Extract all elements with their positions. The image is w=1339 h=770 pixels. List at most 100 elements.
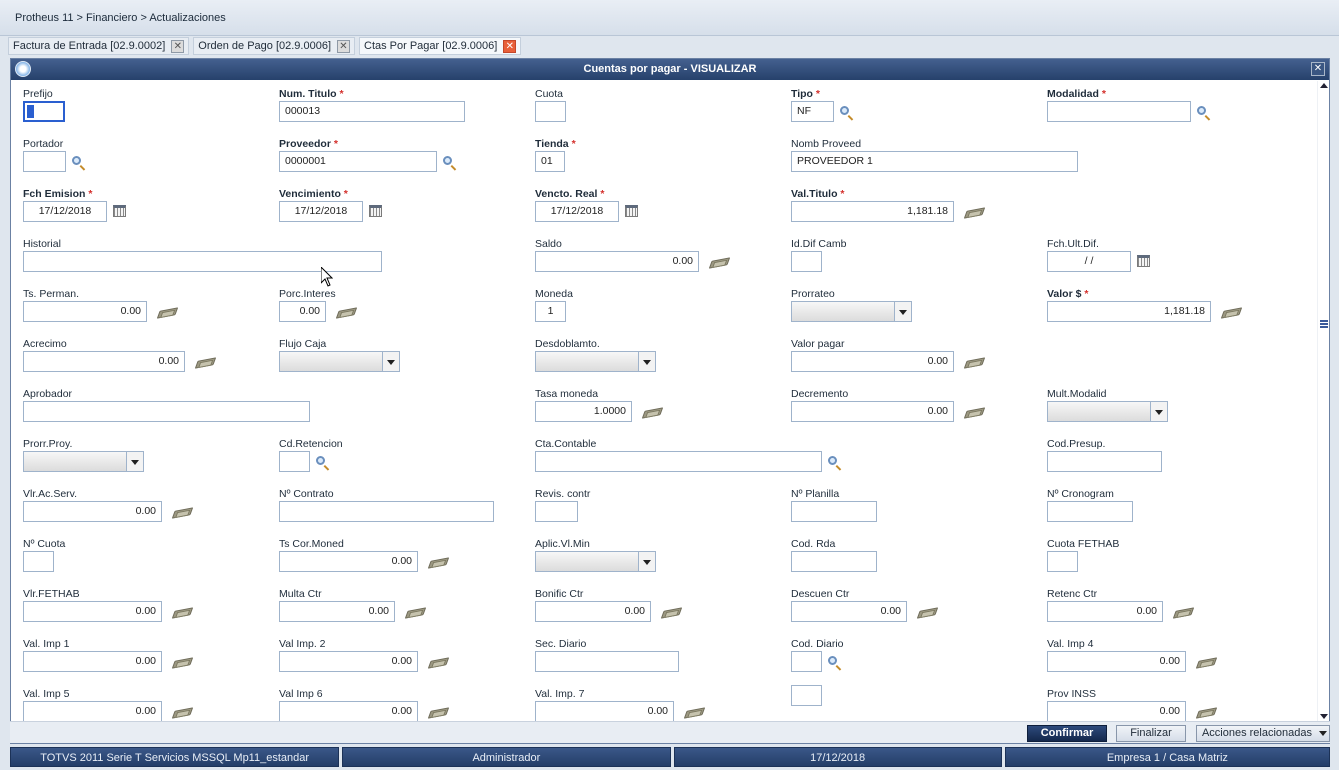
- vlr-fethab-input[interactable]: 0.00: [23, 601, 162, 622]
- cuota-input[interactable]: [535, 101, 566, 122]
- field-label: Prefijo: [23, 88, 53, 100]
- field-label: Val.Titulo *: [791, 188, 845, 200]
- val-imp-2-input[interactable]: 0.00: [279, 651, 418, 672]
- fch-ult-dif-input[interactable]: / /: [1047, 251, 1131, 272]
- val-imp-7-input[interactable]: 0.00: [535, 701, 674, 722]
- valor-s-input[interactable]: 1,181.18: [1047, 301, 1211, 322]
- calendar-icon[interactable]: [369, 205, 382, 217]
- chevron-down-icon[interactable]: [1150, 402, 1167, 421]
- search-icon[interactable]: [72, 156, 81, 165]
- cod-rda-input[interactable]: [791, 551, 877, 572]
- decremento-input[interactable]: 0.00: [791, 401, 954, 422]
- chevron-down-icon[interactable]: [894, 302, 911, 321]
- saldo-input[interactable]: 0.00: [535, 251, 699, 272]
- search-icon[interactable]: [828, 456, 837, 465]
- field-label-text: Acrecimo: [23, 338, 67, 350]
- close-icon[interactable]: ✕: [337, 39, 350, 53]
- close-icon[interactable]: ✕: [171, 39, 185, 53]
- search-icon[interactable]: [828, 656, 837, 665]
- porc-interes-input[interactable]: 0.00: [279, 301, 326, 322]
- ts-perman-input[interactable]: 0.00: [23, 301, 147, 322]
- val-imp-6-input[interactable]: 0.00: [279, 701, 418, 722]
- chevron-down-icon[interactable]: [382, 352, 399, 371]
- proveedor-input[interactable]: 0000001: [279, 151, 437, 172]
- modalidad-input[interactable]: [1047, 101, 1191, 122]
- tipo-input[interactable]: NF: [791, 101, 834, 122]
- field-label: Bonific Ctr: [535, 588, 583, 600]
- moneda-input[interactable]: 1: [535, 301, 566, 322]
- cuota-fethab-input[interactable]: [1047, 551, 1078, 572]
- chevron-down-icon[interactable]: [638, 352, 655, 371]
- desdoblamto-select[interactable]: [535, 351, 656, 372]
- acrecimo-input[interactable]: 0.00: [23, 351, 185, 372]
- search-icon[interactable]: [443, 156, 452, 165]
- descuen-ctr-input[interactable]: 0.00: [791, 601, 907, 622]
- retenc-ctr-input[interactable]: 0.00: [1047, 601, 1163, 622]
- sec-diario-input[interactable]: [535, 651, 679, 672]
- field-label-text: Porc.Interes: [279, 288, 336, 300]
- id-dif-camb-input[interactable]: [791, 251, 822, 272]
- val-imp-1-input[interactable]: 0.00: [23, 651, 162, 672]
- tienda-input[interactable]: 01: [535, 151, 565, 172]
- unlabeled-input[interactable]: [791, 685, 822, 706]
- n-cuota-input[interactable]: [23, 551, 54, 572]
- calendar-icon[interactable]: [113, 205, 126, 217]
- val-titulo-input[interactable]: 1,181.18: [791, 201, 954, 222]
- search-icon[interactable]: [316, 456, 325, 465]
- multa-ctr-input[interactable]: 0.00: [279, 601, 395, 622]
- vertical-scrollbar[interactable]: [1317, 81, 1329, 721]
- n-planilla-input[interactable]: [791, 501, 877, 522]
- scroll-up-icon[interactable]: [1320, 83, 1328, 88]
- vencto-real-input[interactable]: 17/12/2018: [535, 201, 619, 222]
- bonific-ctr-input[interactable]: 0.00: [535, 601, 651, 622]
- num-titulo-input[interactable]: 000013: [279, 101, 465, 122]
- calendar-icon[interactable]: [625, 205, 638, 217]
- vlr-ac-serv-input[interactable]: 0.00: [23, 501, 162, 522]
- portador-input[interactable]: [23, 151, 66, 172]
- chevron-down-icon[interactable]: [638, 552, 655, 571]
- scroll-grip-icon[interactable]: [1320, 320, 1328, 328]
- tasa-moneda-input[interactable]: 1.0000: [535, 401, 632, 422]
- val-imp-5-input[interactable]: 0.00: [23, 701, 162, 722]
- fch-emision-input[interactable]: 17/12/2018: [23, 201, 107, 222]
- search-icon[interactable]: [840, 106, 849, 115]
- scroll-down-icon[interactable]: [1320, 714, 1328, 719]
- field-label-text: Nº Planilla: [791, 488, 840, 500]
- prorrateo-select[interactable]: [791, 301, 912, 322]
- tab-orden-pago[interactable]: Orden de Pago [02.9.0006] ✕: [193, 37, 355, 55]
- cta-contable-input[interactable]: [535, 451, 822, 472]
- revis-contr-input[interactable]: [535, 501, 578, 522]
- n-cronogram-input[interactable]: [1047, 501, 1133, 522]
- close-icon[interactable]: ✕: [1311, 62, 1325, 76]
- close-icon[interactable]: ✕: [503, 39, 517, 53]
- required-marker: *: [336, 88, 344, 100]
- search-icon[interactable]: [1197, 106, 1206, 115]
- cod-diario-input[interactable]: [791, 651, 822, 672]
- tab-ctas-por-pagar[interactable]: Ctas Por Pagar [02.9.0006] ✕: [359, 37, 522, 55]
- cd-retencion-input[interactable]: [279, 451, 310, 472]
- finalizar-button[interactable]: Finalizar: [1116, 725, 1186, 742]
- confirmar-button[interactable]: Confirmar: [1027, 725, 1107, 742]
- field-label: Valor pagar: [791, 338, 845, 350]
- n-contrato-input[interactable]: [279, 501, 494, 522]
- nomb-proveed-input[interactable]: PROVEEDOR 1: [791, 151, 1078, 172]
- flujo-caja-select[interactable]: [279, 351, 400, 372]
- aplic-vl-min-select[interactable]: [535, 551, 656, 572]
- ts-cor-moned-input[interactable]: 0.00: [279, 551, 418, 572]
- aprobador-input[interactable]: [23, 401, 310, 422]
- val-imp-4-input[interactable]: 0.00: [1047, 651, 1186, 672]
- mult-modalid-select[interactable]: [1047, 401, 1168, 422]
- tab-factura-entrada[interactable]: Factura de Entrada [02.9.0002] ✕: [8, 37, 190, 55]
- status-bar: TOTVS 2011 Serie T Servicios MSSQL Mp11_…: [10, 747, 1330, 767]
- required-marker: *: [568, 138, 576, 150]
- vencimiento-input[interactable]: 17/12/2018: [279, 201, 363, 222]
- calendar-icon[interactable]: [1137, 255, 1150, 267]
- field-label: Descuen Ctr: [791, 588, 849, 600]
- valor-pagar-input[interactable]: 0.00: [791, 351, 954, 372]
- chevron-down-icon[interactable]: [126, 452, 143, 471]
- acciones-relacionadas-button[interactable]: Acciones relacionadas: [1196, 725, 1330, 742]
- cod-presup-input[interactable]: [1047, 451, 1162, 472]
- prefijo-input[interactable]: [23, 101, 65, 122]
- prorr-proy-select[interactable]: [23, 451, 144, 472]
- prov-inss-input[interactable]: 0.00: [1047, 701, 1186, 722]
